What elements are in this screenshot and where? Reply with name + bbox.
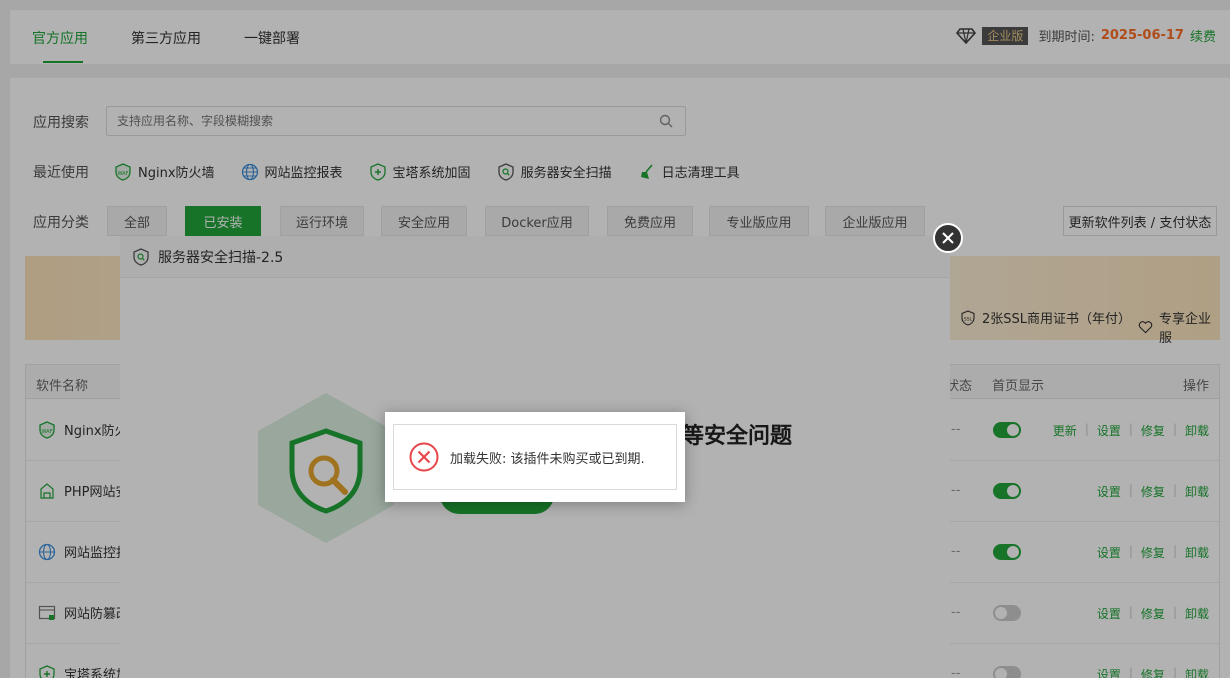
modal-close-button[interactable]	[933, 223, 963, 253]
error-message: 加载失败: 该插件未购买或已到期.	[450, 451, 645, 467]
close-icon	[942, 232, 954, 244]
error-message-box: 加载失败: 该插件未购买或已到期.	[393, 424, 677, 490]
error-dialog: 加载失败: 该插件未购买或已到期.	[385, 412, 685, 502]
error-x-icon	[409, 442, 439, 472]
